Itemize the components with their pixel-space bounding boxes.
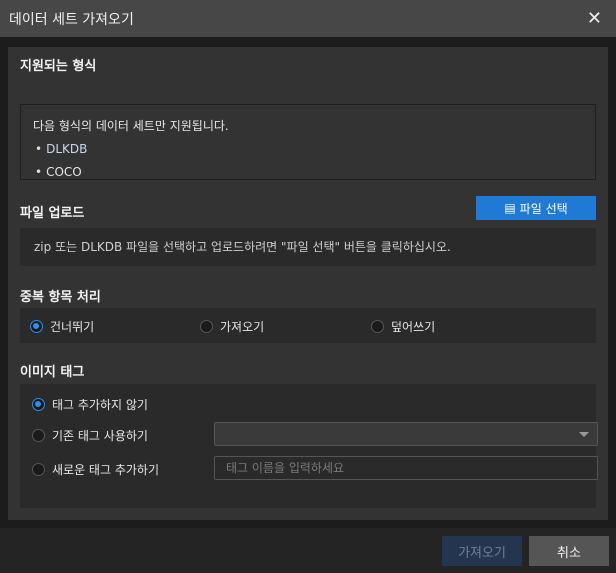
radio-skip[interactable]: 건너뛰기 xyxy=(30,318,94,335)
supported-formats-box: 다음 형식의 데이터 세트만 지원됩니다. • DLKDB • COCO xyxy=(20,104,596,180)
image-tag-options: 태그 추가하지 않기 기존 태그 사용하기 새로운 태그 추가하기 xyxy=(20,384,598,508)
supported-description: 다음 형식의 데이터 세트만 지원됩니다. xyxy=(33,119,229,133)
title-bar: 데이터 세트 가져오기 ✕ xyxy=(0,0,616,37)
radio-existing-tag[interactable]: 기존 태그 사용하기 xyxy=(32,427,148,444)
radio-icon xyxy=(32,429,45,442)
duplicate-options: 건너뛰기 가져오기 덮어쓰기 xyxy=(20,308,596,343)
radio-new-tag[interactable]: 새로운 태그 추가하기 xyxy=(32,461,159,478)
radio-icon xyxy=(200,320,213,333)
format-label: DLKDB xyxy=(46,142,88,156)
image-tag-heading: 이미지 태그 xyxy=(20,365,85,380)
radio-icon xyxy=(32,463,45,476)
close-icon[interactable]: ✕ xyxy=(587,8,602,29)
file-upload-heading: 파일 업로드 xyxy=(20,206,85,221)
radio-selected-icon xyxy=(32,398,45,411)
existing-tag-select[interactable] xyxy=(214,422,598,446)
radio-icon xyxy=(371,320,384,333)
radio-label: 덮어쓰기 xyxy=(391,320,436,334)
supported-formats-heading: 지원되는 형식 xyxy=(20,59,97,74)
select-file-button[interactable]: ▤ 파일 선택 xyxy=(476,196,596,220)
upload-info: zip 또는 DLKDB 파일을 선택하고 업로드하려면 "파일 선택" 버튼을… xyxy=(20,228,596,266)
dialog-footer: 가져오기 취소 xyxy=(0,528,616,573)
radio-label: 건너뛰기 xyxy=(50,320,95,334)
radio-label: 기존 태그 사용하기 xyxy=(52,429,148,443)
select-file-label: 파일 선택 xyxy=(519,201,568,216)
cancel-button[interactable]: 취소 xyxy=(529,536,609,566)
radio-selected-icon xyxy=(30,320,43,333)
radio-label: 새로운 태그 추가하기 xyxy=(52,463,159,477)
radio-import[interactable]: 가져오기 xyxy=(200,318,264,335)
document-icon: ▤ xyxy=(504,201,516,215)
radio-no-tag[interactable]: 태그 추가하지 않기 xyxy=(32,396,148,413)
new-tag-input[interactable] xyxy=(214,456,598,480)
chevron-down-icon xyxy=(579,432,589,437)
radio-label: 태그 추가하지 않기 xyxy=(52,398,148,412)
duplicate-handling-heading: 중복 항목 처리 xyxy=(20,290,101,305)
dialog-title: 데이터 세트 가져오기 xyxy=(9,11,134,28)
radio-label: 가져오기 xyxy=(220,320,265,334)
import-button[interactable]: 가져오기 xyxy=(442,536,522,566)
radio-overwrite[interactable]: 덮어쓰기 xyxy=(371,318,435,335)
format-item: • COCO xyxy=(35,165,82,179)
format-item: • DLKDB xyxy=(35,142,88,156)
format-label: COCO xyxy=(46,165,82,179)
dialog-body: 지원되는 형식 다음 형식의 데이터 세트만 지원됩니다. • DLKDB • CO… xyxy=(8,47,608,520)
